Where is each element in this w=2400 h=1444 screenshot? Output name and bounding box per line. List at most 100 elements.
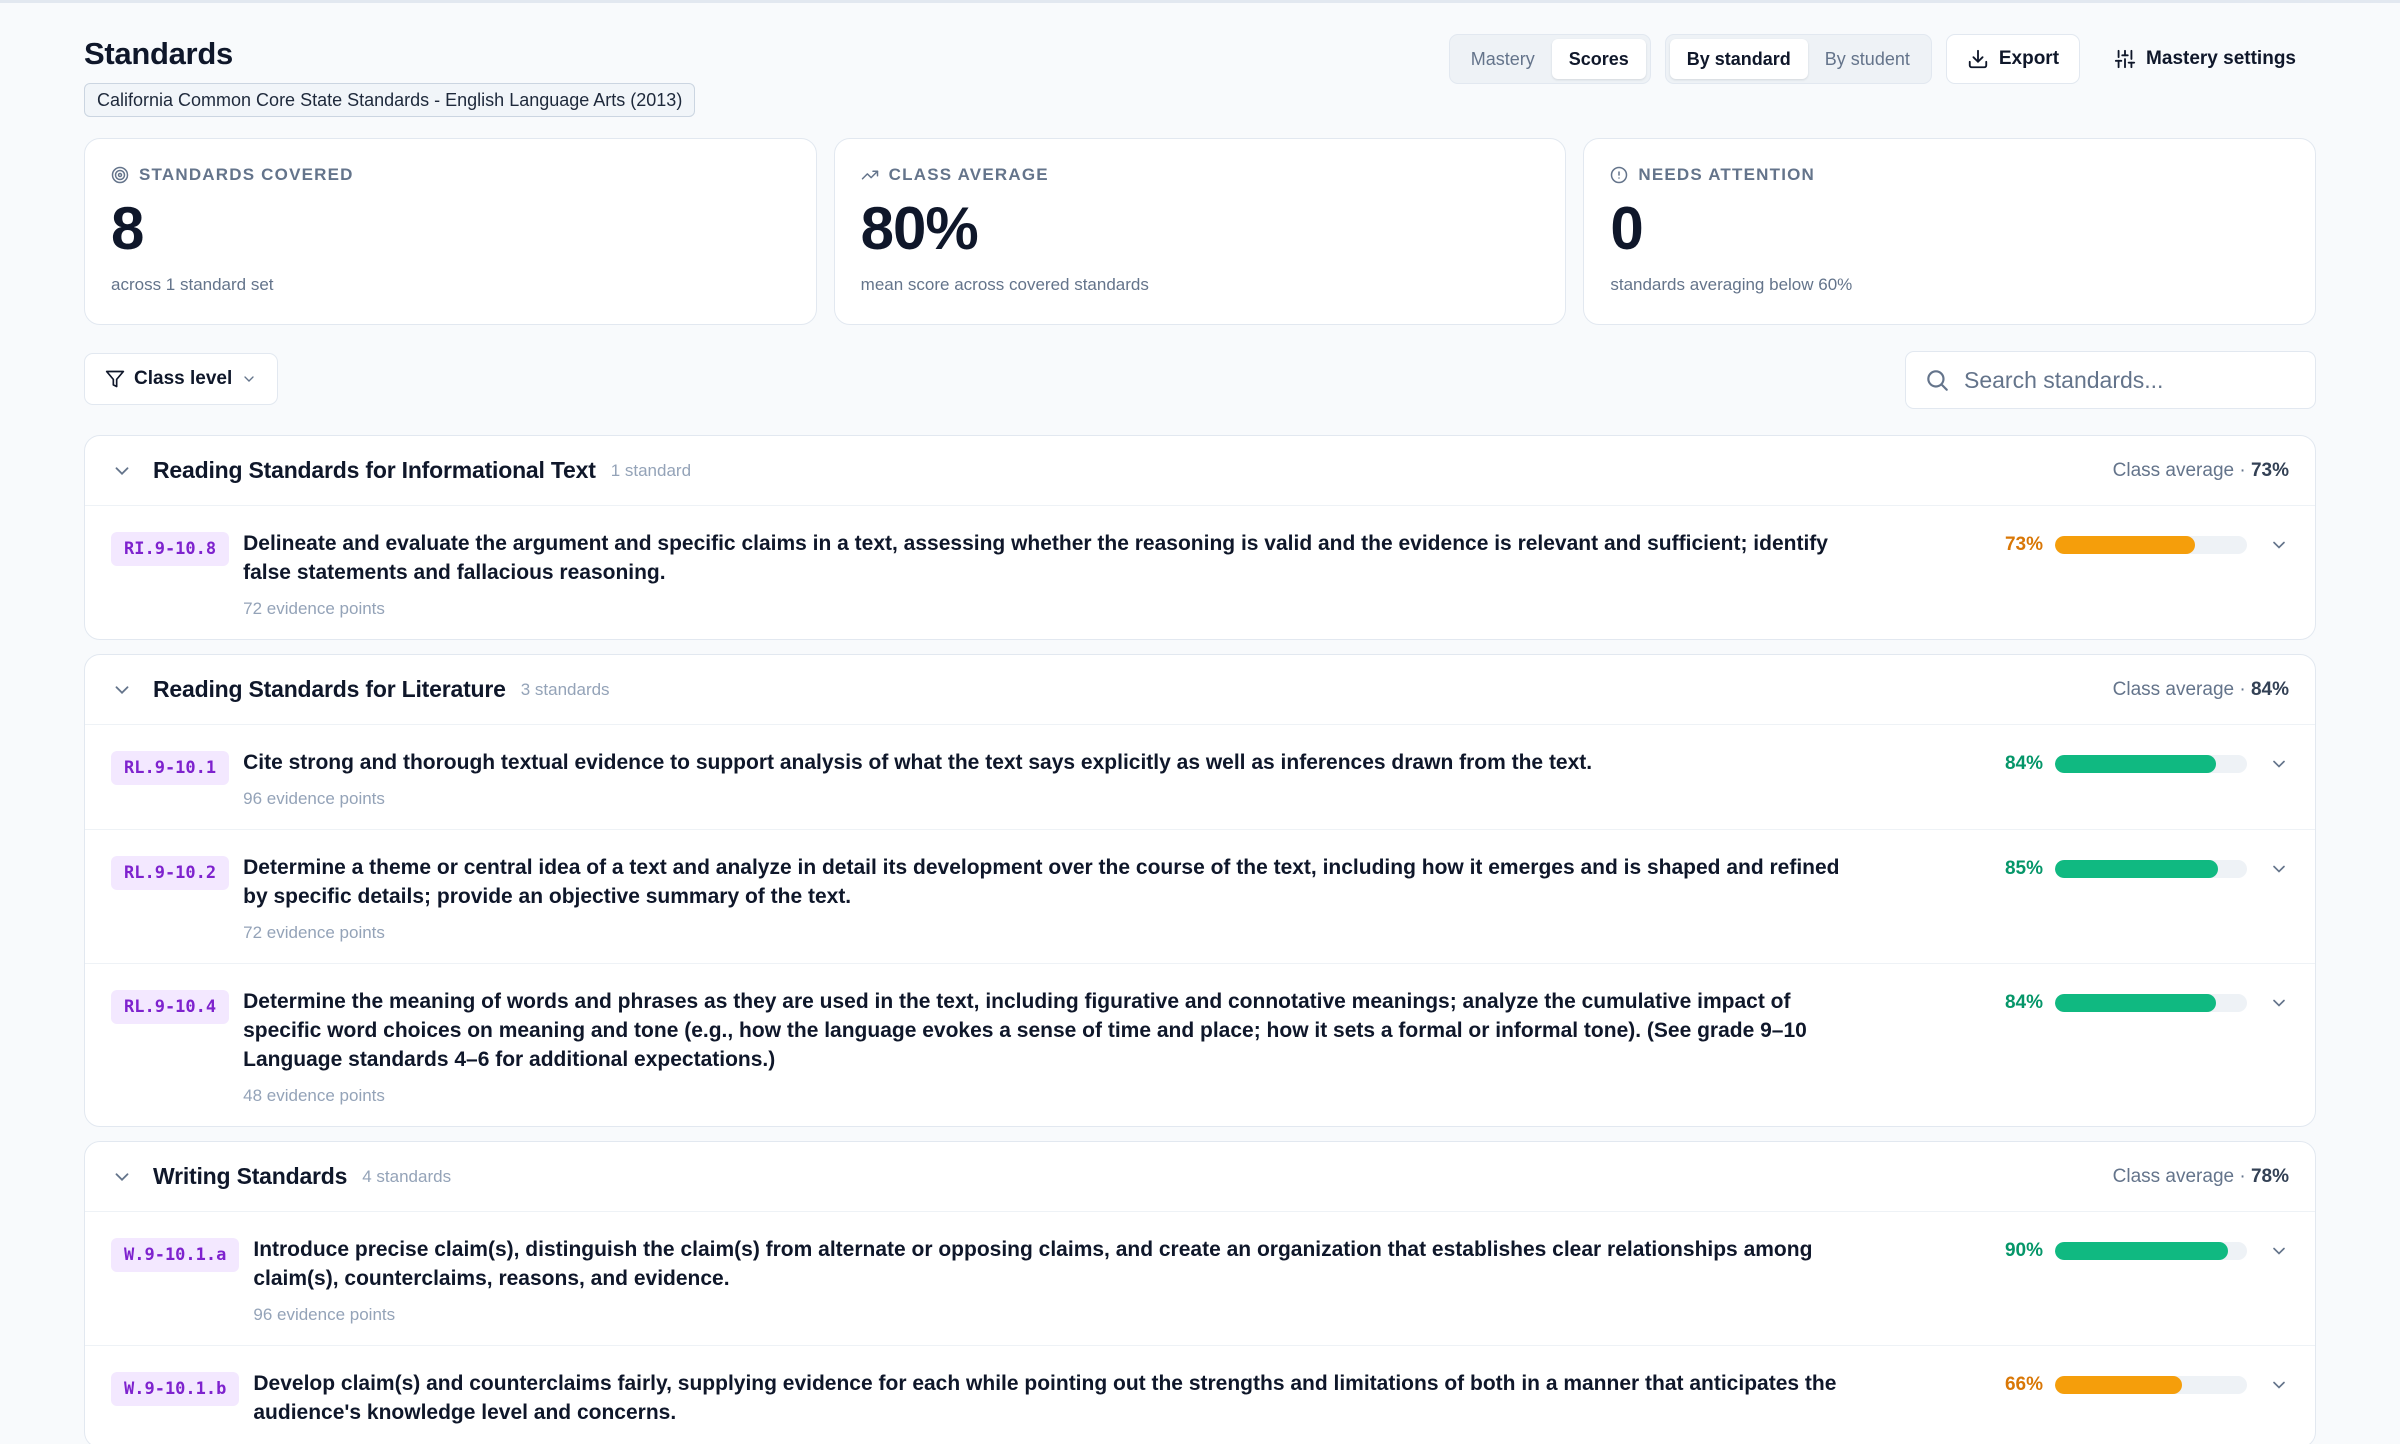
standard-code-badge: RL.9-10.1 — [111, 751, 230, 785]
search-input[interactable] — [1964, 366, 2297, 394]
class-level-filter-button[interactable]: Class level — [84, 353, 279, 405]
standards-covered-value: 8 — [111, 195, 144, 262]
export-button[interactable]: Export — [1945, 34, 2081, 84]
class-level-label: Class level — [134, 368, 233, 389]
standard-score: 84% — [1999, 992, 2289, 1014]
standards-page: Standards California Common Core State S… — [0, 3, 2400, 1444]
view-toggle: By standard By student — [1664, 34, 1932, 84]
stat-label: CLASS AVERAGE — [861, 165, 1540, 185]
stat-card-standards-covered: STANDARDS COVERED 8 across 1 standard se… — [84, 138, 817, 325]
group-title: Reading Standards for Informational Text — [153, 457, 596, 483]
page-title: Standards — [84, 36, 233, 71]
scores-toggle-button[interactable]: Scores — [1551, 39, 1646, 79]
score-bar — [2055, 994, 2247, 1012]
needs-attention-label: NEEDS ATTENTION — [1638, 165, 1816, 184]
chevron-down-icon — [111, 1166, 133, 1188]
standard-row[interactable]: RL.9-10.4 Determine the meaning of words … — [85, 964, 2315, 1126]
group-average-label: Class average · — [2112, 459, 2251, 481]
evidence-count: 72 evidence points — [243, 599, 385, 618]
standard-code-badge: RL.9-10.2 — [111, 856, 230, 890]
target-icon — [111, 166, 129, 184]
mode-toggle: Mastery Scores — [1448, 34, 1651, 84]
group-header-toggle[interactable]: Reading Standards for Literature 3 standa… — [85, 655, 2315, 725]
group-average-value: 84% — [2250, 678, 2289, 700]
standard-row[interactable]: W.9-10.1.b Develop claim(s) and countercl… — [85, 1346, 2315, 1444]
standard-description: Determine the meaning of words and phras… — [243, 990, 1807, 1071]
standard-description: Develop claim(s) and counterclaims fairl… — [253, 1372, 1837, 1424]
score-bar-fill — [2055, 860, 2219, 878]
standard-body: Determine the meaning of words and phras… — [243, 987, 1843, 1106]
download-icon — [1968, 49, 1988, 69]
score-bar — [2055, 1376, 2247, 1394]
score-percent: 73% — [2004, 534, 2043, 555]
score-percent: 84% — [2004, 992, 2043, 1013]
search-icon — [1927, 370, 1948, 391]
standard-body: Determine a theme or central idea of a t… — [243, 853, 1843, 943]
chevron-down-icon[interactable] — [2269, 993, 2289, 1013]
standard-row[interactable]: RL.9-10.1 Cite strong and thorough textua… — [85, 725, 2315, 830]
stats-row: STANDARDS COVERED 8 across 1 standard se… — [84, 138, 2317, 325]
score-percent: 84% — [2004, 753, 2043, 774]
group-class-average: Class average · 78% — [2113, 1166, 2289, 1188]
group-average-label: Class average · — [2112, 1165, 2251, 1187]
group-average-label: Class average · — [2112, 678, 2251, 700]
chevron-down-icon[interactable] — [2269, 535, 2289, 555]
standard-description: Cite strong and thorough textual evidenc… — [243, 751, 1593, 774]
standard-code-badge: RL.9-10.4 — [111, 990, 230, 1024]
chevron-down-icon — [244, 376, 254, 382]
toolbar: Mastery Scores By standard By student Ex… — [1448, 33, 2316, 85]
standard-code-badge: W.9-10.1.a — [111, 1238, 240, 1272]
mastery-settings-button[interactable]: Mastery settings — [2094, 34, 2316, 84]
group-count: 4 standards — [362, 1166, 452, 1186]
score-bar — [2055, 860, 2247, 878]
group-title: Reading Standards for Literature — [153, 676, 506, 702]
filters-row: Class level — [84, 351, 2316, 409]
needs-attention-value: 0 — [1610, 195, 1643, 262]
standard-row[interactable]: RL.9-10.2 Determine a theme or central id… — [85, 830, 2315, 964]
chevron-down-icon[interactable] — [2269, 754, 2289, 774]
chevron-down-icon[interactable] — [2269, 1375, 2289, 1395]
mastery-settings-label: Mastery settings — [2146, 48, 2296, 69]
evidence-count: 96 evidence points — [253, 1305, 396, 1324]
standard-group: Writing Standards 4 standards Class averag… — [84, 1141, 2316, 1444]
chevron-down-icon — [111, 460, 133, 482]
stat-label: NEEDS ATTENTION — [1610, 165, 2289, 185]
chevron-down-icon[interactable] — [2269, 859, 2289, 879]
group-count: 1 standard — [610, 460, 692, 480]
standard-score: 85% — [1999, 858, 2289, 880]
score-percent: 90% — [2004, 1240, 2043, 1261]
score-bar-fill — [2055, 1242, 2228, 1260]
standard-row[interactable]: RI.9-10.8 Delineate and evaluate the argu… — [85, 506, 2315, 639]
chevron-down-icon — [111, 679, 133, 701]
group-class-average: Class average · 84% — [2113, 679, 2289, 701]
stat-card-needs-attention: NEEDS ATTENTION 0 standards averaging be… — [1583, 138, 2317, 325]
chevron-down-icon[interactable] — [2269, 1241, 2289, 1261]
class-average-subtext: mean score across covered standards — [860, 275, 1149, 294]
needs-attention-subtext: standards averaging below 60% — [1610, 275, 1853, 294]
standard-row[interactable]: W.9-10.1.a Introduce precise claim(s), di… — [85, 1212, 2315, 1346]
score-bar — [2055, 755, 2247, 773]
standards-groups: Reading Standards for Informational Text… — [84, 435, 2316, 1444]
score-bar — [2055, 536, 2247, 554]
group-header-toggle[interactable]: Writing Standards 4 standards Class averag… — [85, 1142, 2315, 1212]
standard-description: Delineate and evaluate the argument and … — [243, 532, 1828, 584]
evidence-count: 72 evidence points — [243, 923, 385, 942]
score-percent: 66% — [2004, 1374, 2043, 1395]
standard-description: Determine a theme or central idea of a t… — [243, 856, 1840, 908]
stat-label: STANDARDS COVERED — [111, 165, 790, 185]
standard-score: 66% — [1999, 1374, 2289, 1396]
standards-covered-subtext: across 1 standard set — [111, 275, 274, 294]
score-bar-fill — [2055, 1376, 2182, 1394]
group-header-toggle[interactable]: Reading Standards for Informational Text… — [85, 436, 2315, 506]
sliders-icon — [2114, 49, 2136, 69]
group-title: Writing Standards — [153, 1163, 348, 1189]
group-average-value: 73% — [2250, 459, 2289, 481]
standard-body: Introduce precise claim(s), distinguish … — [253, 1235, 1853, 1325]
mastery-toggle-button[interactable]: Mastery — [1454, 39, 1552, 79]
standards-covered-label: STANDARDS COVERED — [139, 165, 354, 184]
evidence-count: 96 evidence points — [243, 789, 385, 808]
group-average-value: 78% — [2250, 1165, 2289, 1187]
standard-code-badge: RI.9-10.8 — [111, 532, 230, 566]
by-student-toggle-button[interactable]: By student — [1808, 39, 1927, 79]
by-standard-toggle-button[interactable]: By standard — [1669, 39, 1808, 79]
